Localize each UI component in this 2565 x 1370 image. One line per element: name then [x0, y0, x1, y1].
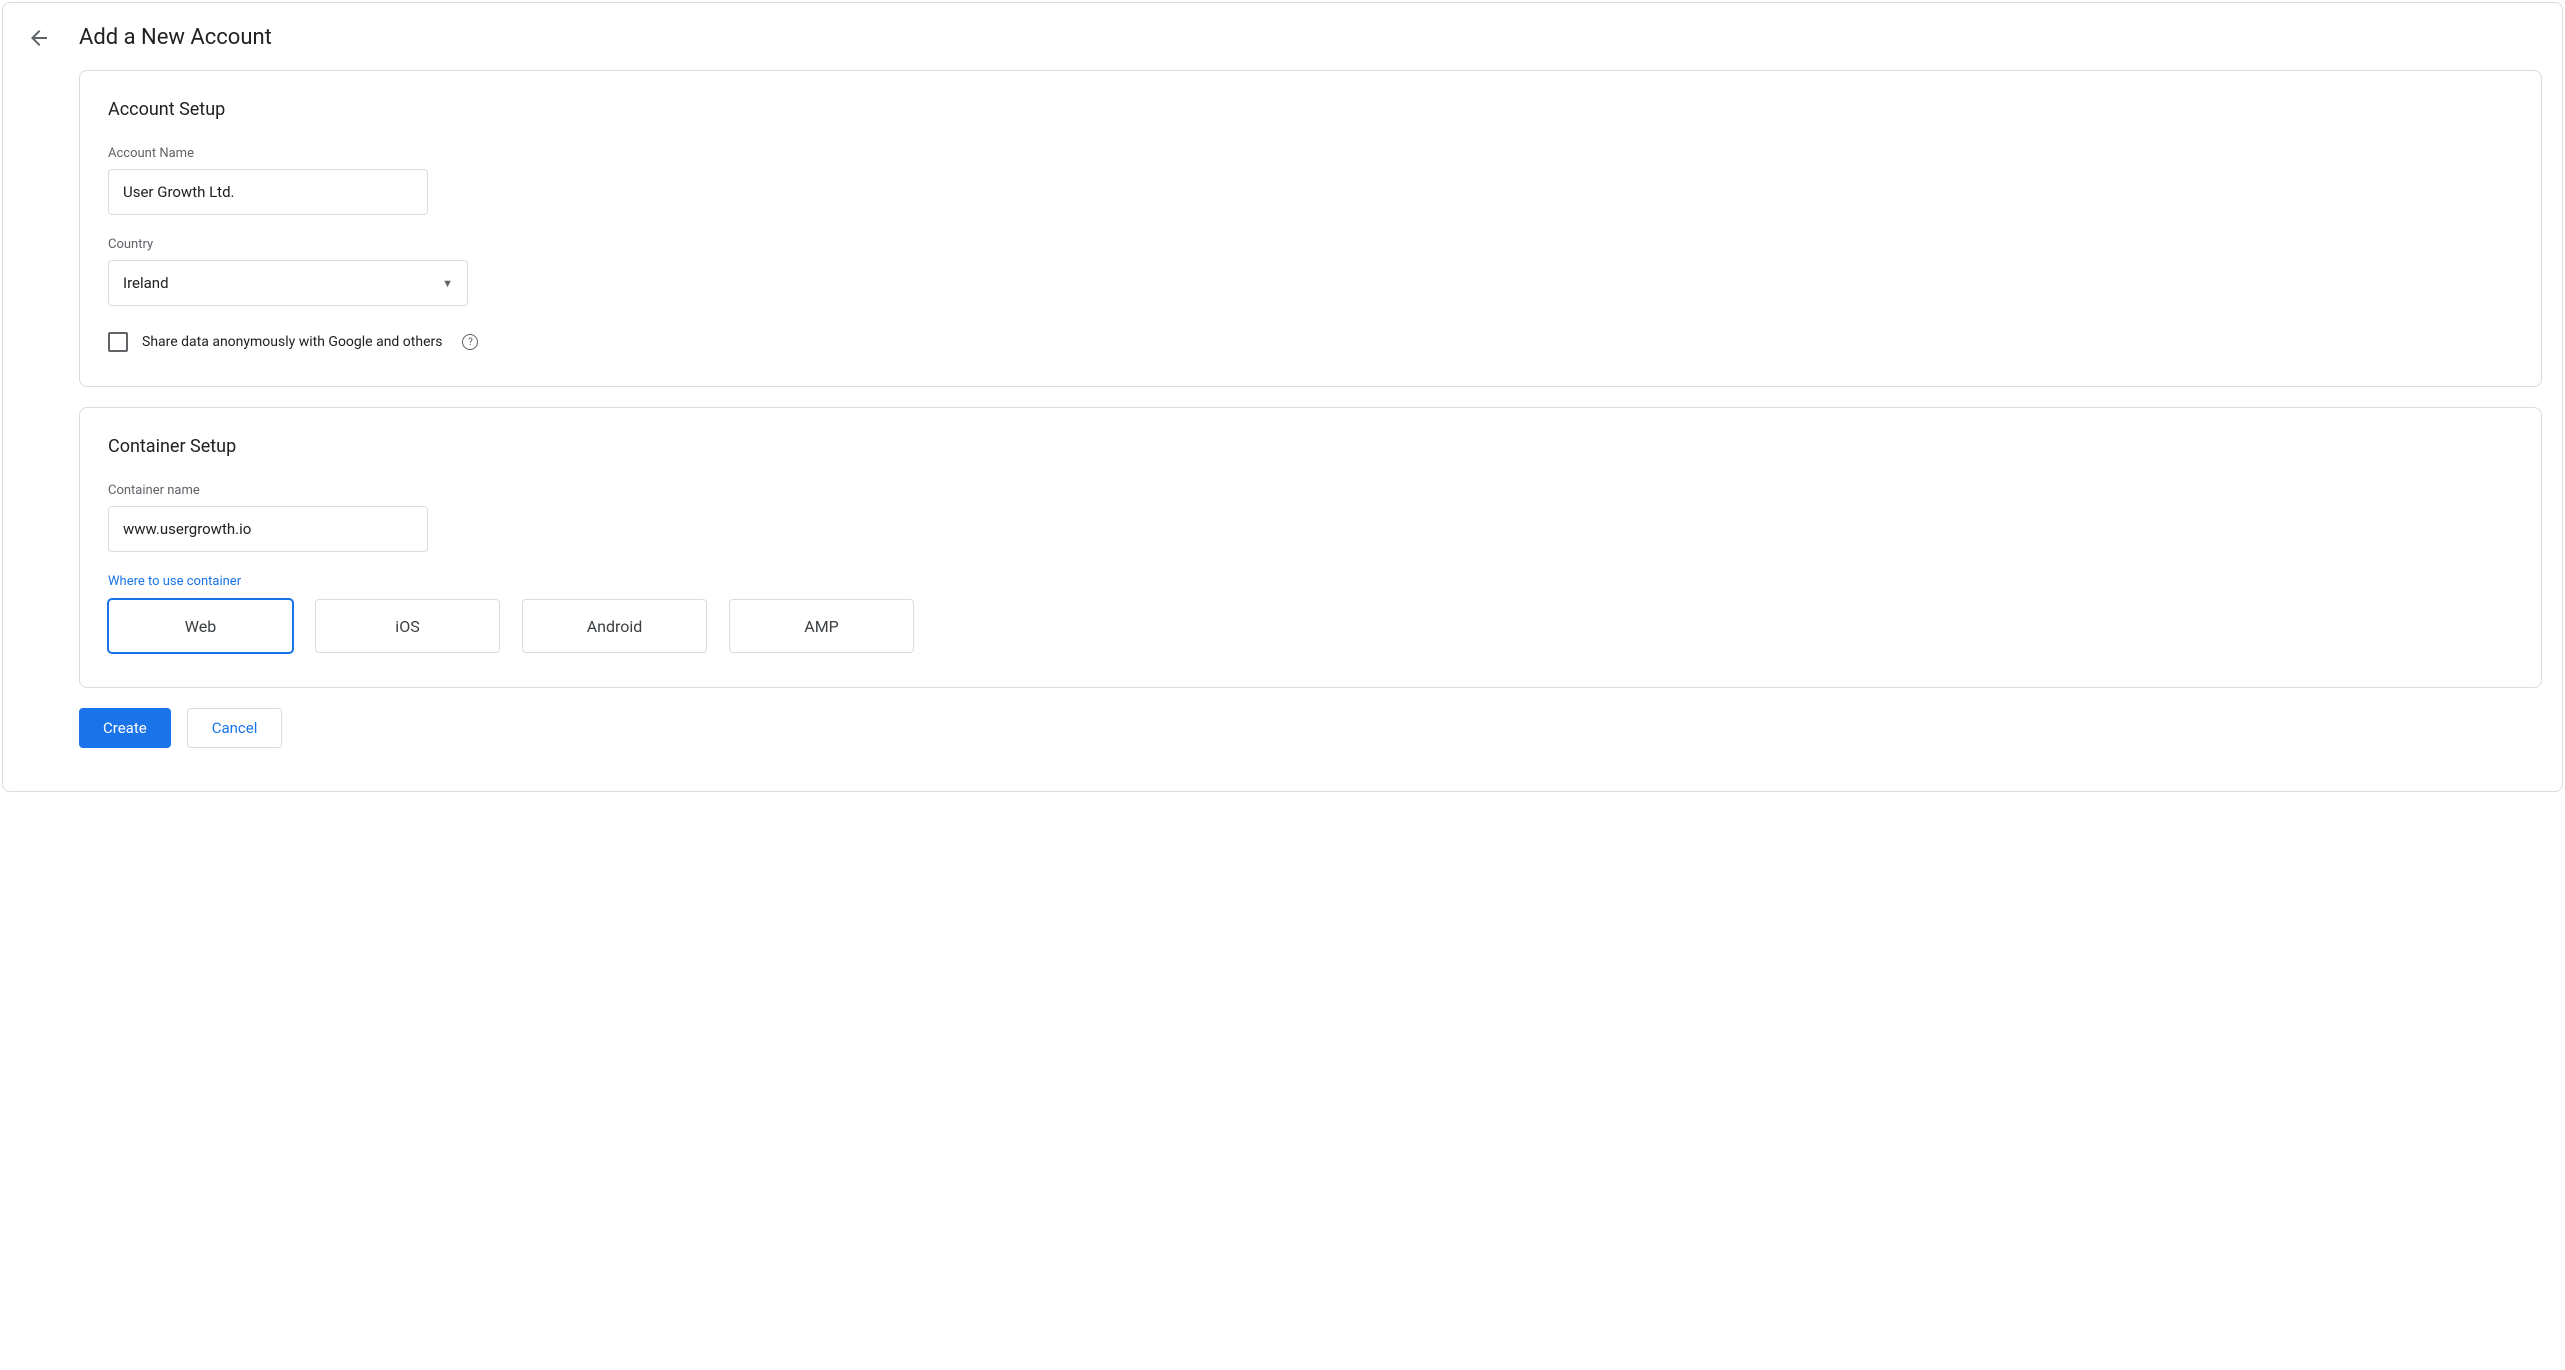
- share-data-checkbox[interactable]: [108, 332, 128, 352]
- help-icon[interactable]: ?: [462, 334, 478, 350]
- account-name-label: Account Name: [108, 146, 2513, 161]
- back-arrow-icon[interactable]: [27, 26, 51, 50]
- platform-ios[interactable]: iOS: [315, 599, 500, 653]
- share-data-row: Share data anonymously with Google and o…: [108, 332, 2513, 352]
- account-setup-card: Account Setup Account Name Country Irela…: [79, 70, 2542, 387]
- add-account-page: Add a New Account Account Setup Account …: [2, 2, 2563, 792]
- share-data-label: Share data anonymously with Google and o…: [142, 334, 442, 350]
- account-setup-title: Account Setup: [108, 99, 2513, 120]
- platform-android[interactable]: Android: [522, 599, 707, 653]
- chevron-down-icon: ▼: [442, 277, 453, 290]
- country-label: Country: [108, 237, 2513, 252]
- where-to-use-label: Where to use container: [108, 574, 2513, 589]
- page-header: Add a New Account: [3, 3, 2562, 70]
- country-select-wrapper: Ireland ▼: [108, 260, 468, 306]
- container-name-label: Container name: [108, 483, 2513, 498]
- country-value: Ireland: [123, 274, 169, 292]
- container-name-input[interactable]: [108, 506, 428, 552]
- platform-amp[interactable]: AMP: [729, 599, 914, 653]
- cancel-button[interactable]: Cancel: [187, 708, 283, 748]
- platform-options: Web iOS Android AMP: [108, 599, 2513, 653]
- platform-web[interactable]: Web: [108, 599, 293, 653]
- container-setup-card: Container Setup Container name Where to …: [79, 407, 2542, 688]
- country-select[interactable]: Ireland ▼: [108, 260, 468, 306]
- account-name-input[interactable]: [108, 169, 428, 215]
- page-title: Add a New Account: [79, 25, 272, 50]
- create-button[interactable]: Create: [79, 708, 171, 748]
- action-buttons: Create Cancel: [79, 708, 2562, 748]
- container-setup-title: Container Setup: [108, 436, 2513, 457]
